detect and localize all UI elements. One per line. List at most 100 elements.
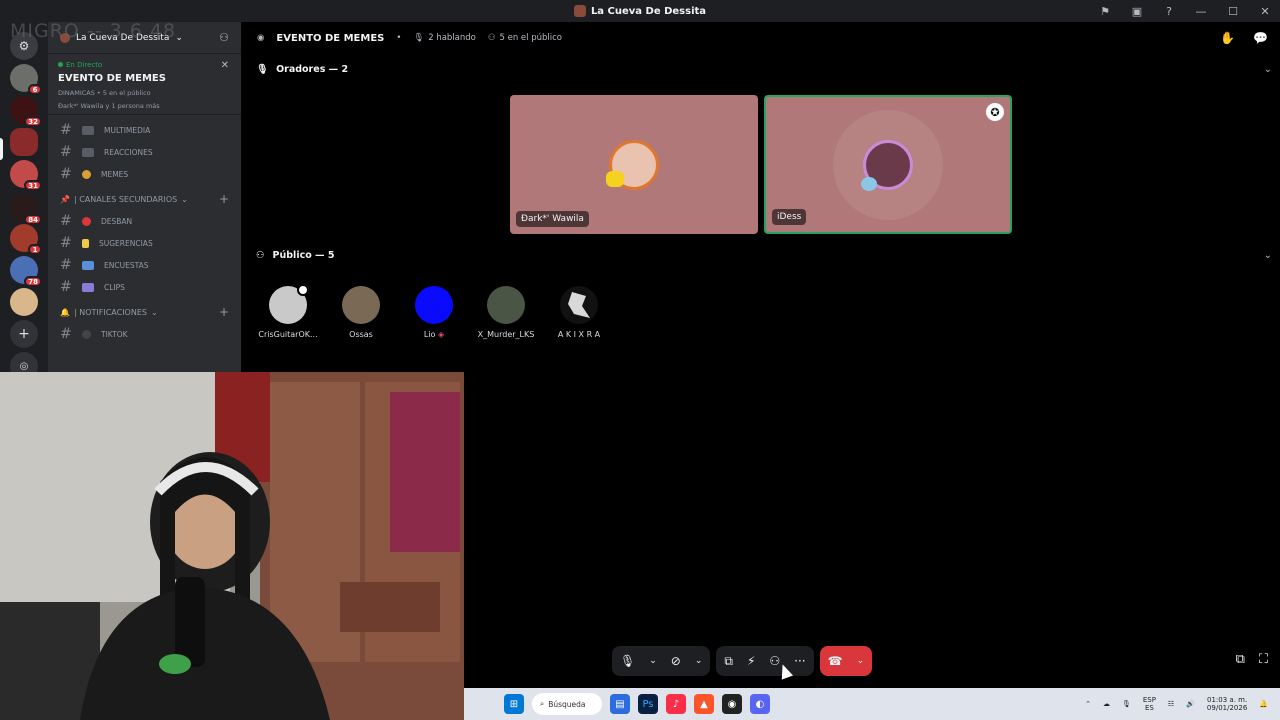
chevron-down-icon[interactable]: ⌄	[857, 656, 865, 666]
bell-icon: 🔔	[60, 307, 70, 317]
discord-icon[interactable]: ◐	[750, 694, 770, 714]
hang-up-button[interactable]: ☎ ⌄	[819, 646, 873, 676]
add-channel-icon[interactable]: +	[219, 192, 229, 206]
mention-badge: 1	[28, 244, 42, 255]
brave-browser-icon[interactable]: ▲	[694, 694, 714, 714]
raise-hand-icon[interactable]: ✋	[1220, 31, 1235, 45]
mention-badge: 32	[24, 116, 42, 127]
server-item[interactable]: 78	[10, 256, 42, 287]
help-icon[interactable]: ?	[1162, 5, 1176, 18]
audience-count: 5 en el público	[499, 33, 562, 43]
audience-member[interactable]: Lio ◈	[398, 286, 470, 339]
pin-icon: 📌	[60, 194, 70, 204]
add-member-icon[interactable]: ⚇	[219, 31, 229, 44]
microphone-icon[interactable]: 🎙	[620, 654, 635, 668]
activities-icon[interactable]: ⚡	[747, 654, 755, 668]
duck-decoration-icon	[606, 171, 624, 187]
clock[interactable]: 01:03 a. m. 09/01/2026	[1207, 696, 1247, 713]
hash-icon: #	[60, 257, 72, 273]
boost-icon: ◈	[437, 330, 445, 339]
channel-item-encuestas[interactable]: # ENCUESTAS	[48, 254, 241, 276]
close-icon[interactable]: ✕	[221, 60, 229, 71]
server-header[interactable]: MIGRO -- 3.6 48 La Cueva De Dessita ⌄ ⚇	[10, 20, 241, 54]
live-dot	[58, 62, 63, 67]
audience-member[interactable]: CrisGuitarOK...	[252, 284, 324, 339]
audience-member[interactable]: A K I X R A	[543, 286, 615, 339]
chevron-up-icon[interactable]: ⌃	[1085, 700, 1091, 708]
channel-item-multimedia[interactable]: # MULTIMEDIA	[48, 119, 241, 141]
audience-name: Lio	[423, 330, 436, 339]
channel-item-tiktok[interactable]: # TIKTOK	[48, 323, 241, 345]
live-event-card[interactable]: En Directo EVENTO DE MEMES DINAMICAS • 5…	[48, 54, 241, 115]
server-item[interactable]: 31	[10, 160, 42, 191]
server-item[interactable]	[10, 288, 38, 316]
audience-icon: ⚇	[487, 33, 496, 43]
channel-item-reacciones[interactable]: # REACCIONES	[48, 141, 241, 163]
chevron-down-icon[interactable]: ⌄	[1264, 250, 1272, 261]
speaker-tile-speaking[interactable]: ✪ iDess	[764, 95, 1012, 234]
channel-item-sugerencias[interactable]: # SUGERENCIAS	[48, 232, 241, 254]
notification-bell-icon[interactable]: 🔔	[1259, 700, 1268, 708]
windows-taskbar: ⊞ ⌕ Búsqueda ▤ Ps ♪ ▲ ◉ ◐ ⌃ ☁ 🎙 ESP ES ☷…	[464, 688, 1280, 720]
cloud-icon[interactable]: ☁	[1103, 700, 1110, 708]
server-item[interactable]: 6	[10, 64, 42, 95]
pop-out-icon[interactable]: ⧉	[1236, 652, 1245, 667]
window-title-text: La Cueva De Dessita	[590, 5, 707, 17]
minimize-icon[interactable]: —	[1194, 5, 1208, 18]
audience-name: A K I X R A	[557, 330, 601, 339]
category-label: | CANALES SECUNDARIOS	[73, 194, 178, 204]
search-label: Búsqueda	[548, 699, 586, 709]
server-item[interactable]: 84	[10, 194, 42, 225]
close-window-icon[interactable]: ✕	[1258, 5, 1272, 18]
add-server-icon[interactable]: +	[10, 320, 38, 348]
separator-dot: •	[396, 33, 402, 43]
hash-icon: #	[60, 166, 72, 182]
server-item[interactable]: 32	[10, 96, 42, 127]
speaker-tile[interactable]: Ðark*' Wawila	[510, 95, 758, 234]
chevron-down-icon[interactable]: ⌄	[649, 656, 657, 666]
audience-section-header[interactable]: ⚇ Público — 5 ⌄	[256, 250, 1272, 261]
volume-icon[interactable]: 🔊	[1186, 700, 1195, 708]
microphone-icon: 🎙	[256, 64, 269, 75]
audience-member[interactable]: X_Murder_LKS	[470, 286, 542, 339]
flag-icon[interactable]: ⚑	[1098, 5, 1112, 18]
microphone-icon: 🎙	[413, 33, 425, 43]
channel-label: SUGERENCIAS	[99, 238, 153, 248]
screen-share-icon[interactable]: ⧉	[724, 654, 733, 669]
chevron-down-icon[interactable]: ⌄	[1264, 64, 1272, 75]
audience-name: Ossas	[349, 330, 373, 339]
photoshop-icon[interactable]: Ps	[638, 694, 658, 714]
taskbar-search[interactable]: ⌕ Búsqueda	[532, 693, 602, 715]
chat-icon[interactable]: 💬	[1253, 31, 1268, 45]
lightbulb-icon	[82, 238, 89, 248]
channel-item-memes[interactable]: # MEMES	[48, 163, 241, 185]
mic-tray-icon[interactable]: 🎙	[1122, 700, 1131, 708]
channel-emoji-icon	[82, 216, 91, 226]
status-badge	[297, 284, 309, 296]
audience-name: CrisGuitarOK...	[258, 330, 318, 339]
fullscreen-icon[interactable]: ⛶	[1259, 652, 1268, 667]
server-item-active[interactable]	[10, 128, 38, 156]
language-indicator[interactable]: ESP ES	[1143, 696, 1156, 713]
inbox-icon[interactable]: ▣	[1130, 5, 1144, 18]
add-channel-icon[interactable]: +	[219, 305, 229, 319]
server-item[interactable]: 1	[10, 224, 42, 255]
channel-item-clips[interactable]: # CLIPS	[48, 276, 241, 298]
file-explorer-icon[interactable]: ▤	[610, 694, 630, 714]
category-notificaciones[interactable]: 🔔 | NOTIFICACIONES ⌄ +	[48, 301, 241, 323]
avatar-decoration-icon	[861, 177, 877, 191]
music-icon[interactable]: ♪	[666, 694, 686, 714]
chevron-down-icon[interactable]: ⌄	[695, 656, 703, 666]
channel-label: CLIPS	[104, 282, 125, 292]
more-icon[interactable]: ···	[794, 654, 805, 668]
wifi-icon[interactable]: ☷	[1168, 700, 1174, 708]
camera-off-icon[interactable]: ⊘	[671, 654, 681, 668]
speakers-header: Oradores — 2	[276, 64, 349, 75]
speakers-section-header[interactable]: 🎙 Oradores — 2 ⌄	[256, 64, 1272, 75]
category-canales-secundarios[interactable]: 📌 | CANALES SECUNDARIOS ⌄ +	[48, 188, 241, 210]
channel-item-desban[interactable]: # DESBAN	[48, 210, 241, 232]
obs-icon[interactable]: ◉	[722, 694, 742, 714]
audience-member[interactable]: Ossas	[325, 286, 397, 339]
maximize-icon[interactable]: ☐	[1226, 5, 1240, 18]
windows-start-icon[interactable]: ⊞	[504, 694, 524, 714]
